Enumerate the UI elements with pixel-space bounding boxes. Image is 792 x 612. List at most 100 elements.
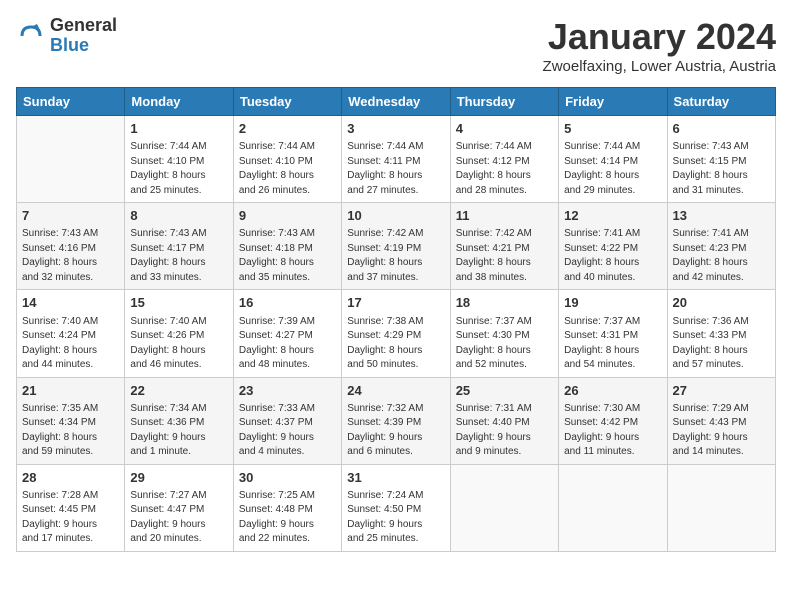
calendar-cell: 29 Sunrise: 7:27 AM Sunset: 4:47 PM Dayli… xyxy=(125,464,233,551)
calendar-cell: 2 Sunrise: 7:44 AM Sunset: 4:10 PM Daylig… xyxy=(233,116,341,203)
logo-icon xyxy=(16,21,46,51)
day-number: 25 xyxy=(456,382,553,400)
month-title: January 2024 xyxy=(543,16,776,58)
day-number: 7 xyxy=(22,207,119,225)
calendar-cell: 13 Sunrise: 7:41 AM Sunset: 4:23 PM Dayli… xyxy=(667,203,775,290)
day-number: 15 xyxy=(130,294,227,312)
calendar-week-row: 1 Sunrise: 7:44 AM Sunset: 4:10 PM Daylig… xyxy=(17,116,776,203)
calendar-week-row: 21 Sunrise: 7:35 AM Sunset: 4:34 PM Dayli… xyxy=(17,377,776,464)
day-number: 3 xyxy=(347,120,444,138)
calendar-cell: 27Sunrise: 7:29 AM Sunset: 4:43 PM Dayli… xyxy=(667,377,775,464)
day-info: Sunrise: 7:43 AM Sunset: 4:15 PM Dayligh… xyxy=(673,140,770,198)
calendar-cell: 16 Sunrise: 7:39 AM Sunset: 4:27 PM Dayli… xyxy=(233,290,341,377)
calendar-cell xyxy=(559,464,667,551)
day-info: Sunrise: 7:43 AM Sunset: 4:16 PM Dayligh… xyxy=(22,227,119,285)
logo-text: General Blue xyxy=(50,16,117,56)
day-info: Sunrise: 7:37 AM Sunset: 4:31 PM Dayligh… xyxy=(564,315,661,373)
day-number: 8 xyxy=(130,207,227,225)
calendar-week-row: 7 Sunrise: 7:43 AM Sunset: 4:16 PM Daylig… xyxy=(17,203,776,290)
day-number: 21 xyxy=(22,382,119,400)
day-info: Sunrise: 7:44 AM Sunset: 4:10 PM Dayligh… xyxy=(239,140,336,198)
calendar-cell: 9 Sunrise: 7:43 AM Sunset: 4:18 PM Daylig… xyxy=(233,203,341,290)
day-number: 12 xyxy=(564,207,661,225)
logo-blue: Blue xyxy=(50,35,89,55)
weekday-header-cell: Thursday xyxy=(450,88,558,116)
day-number: 20 xyxy=(673,294,770,312)
day-info: Sunrise: 7:44 AM Sunset: 4:12 PM Dayligh… xyxy=(456,140,553,198)
calendar-cell: 26 Sunrise: 7:30 AM Sunset: 4:42 PM Dayli… xyxy=(559,377,667,464)
day-info: Sunrise: 7:40 AM Sunset: 4:26 PM Dayligh… xyxy=(130,315,227,373)
calendar-cell: 28Sunrise: 7:28 AM Sunset: 4:45 PM Dayli… xyxy=(17,464,125,551)
day-info: Sunrise: 7:25 AM Sunset: 4:48 PM Dayligh… xyxy=(239,489,336,547)
calendar-cell xyxy=(17,116,125,203)
weekday-header-cell: Friday xyxy=(559,88,667,116)
day-number: 10 xyxy=(347,207,444,225)
calendar-cell: 10 Sunrise: 7:42 AM Sunset: 4:19 PM Dayli… xyxy=(342,203,450,290)
day-number: 6 xyxy=(673,120,770,138)
day-info: Sunrise: 7:43 AM Sunset: 4:18 PM Dayligh… xyxy=(239,227,336,285)
page-header: General Blue January 2024 Zwoelfaxing, L… xyxy=(16,16,776,75)
day-info: Sunrise: 7:38 AM Sunset: 4:29 PM Dayligh… xyxy=(347,315,444,373)
day-number: 11 xyxy=(456,207,553,225)
logo: General Blue xyxy=(16,16,117,56)
logo-general: General xyxy=(50,15,117,35)
day-info: Sunrise: 7:40 AM Sunset: 4:24 PM Dayligh… xyxy=(22,315,119,373)
calendar-cell: 8Sunrise: 7:43 AM Sunset: 4:17 PM Daylig… xyxy=(125,203,233,290)
day-number: 9 xyxy=(239,207,336,225)
calendar-cell: 1 Sunrise: 7:44 AM Sunset: 4:10 PM Daylig… xyxy=(125,116,233,203)
day-info: Sunrise: 7:42 AM Sunset: 4:21 PM Dayligh… xyxy=(456,227,553,285)
calendar-cell: 15 Sunrise: 7:40 AM Sunset: 4:26 PM Dayli… xyxy=(125,290,233,377)
calendar-cell: 3 Sunrise: 7:44 AM Sunset: 4:11 PM Daylig… xyxy=(342,116,450,203)
weekday-header-cell: Tuesday xyxy=(233,88,341,116)
day-info: Sunrise: 7:39 AM Sunset: 4:27 PM Dayligh… xyxy=(239,315,336,373)
calendar-cell xyxy=(450,464,558,551)
calendar-week-row: 14 Sunrise: 7:40 AM Sunset: 4:24 PM Dayli… xyxy=(17,290,776,377)
calendar-cell: 4 Sunrise: 7:44 AM Sunset: 4:12 PM Daylig… xyxy=(450,116,558,203)
day-number: 22 xyxy=(130,382,227,400)
day-info: Sunrise: 7:27 AM Sunset: 4:47 PM Dayligh… xyxy=(130,489,227,547)
calendar-cell: 7 Sunrise: 7:43 AM Sunset: 4:16 PM Daylig… xyxy=(17,203,125,290)
day-info: Sunrise: 7:44 AM Sunset: 4:14 PM Dayligh… xyxy=(564,140,661,198)
day-info: Sunrise: 7:44 AM Sunset: 4:10 PM Dayligh… xyxy=(130,140,227,198)
weekday-header-cell: Sunday xyxy=(17,88,125,116)
calendar-cell: 21 Sunrise: 7:35 AM Sunset: 4:34 PM Dayli… xyxy=(17,377,125,464)
calendar-cell: 23Sunrise: 7:33 AM Sunset: 4:37 PM Dayli… xyxy=(233,377,341,464)
day-info: Sunrise: 7:35 AM Sunset: 4:34 PM Dayligh… xyxy=(22,402,119,460)
day-number: 1 xyxy=(130,120,227,138)
day-info: Sunrise: 7:41 AM Sunset: 4:22 PM Dayligh… xyxy=(564,227,661,285)
day-number: 29 xyxy=(130,469,227,487)
day-number: 2 xyxy=(239,120,336,138)
day-info: Sunrise: 7:24 AM Sunset: 4:50 PM Dayligh… xyxy=(347,489,444,547)
calendar-cell: 5Sunrise: 7:44 AM Sunset: 4:14 PM Daylig… xyxy=(559,116,667,203)
calendar-cell xyxy=(667,464,775,551)
day-number: 23 xyxy=(239,382,336,400)
calendar-table: SundayMondayTuesdayWednesdayThursdayFrid… xyxy=(16,87,776,552)
calendar-week-row: 28Sunrise: 7:28 AM Sunset: 4:45 PM Dayli… xyxy=(17,464,776,551)
calendar-cell: 18Sunrise: 7:37 AM Sunset: 4:30 PM Dayli… xyxy=(450,290,558,377)
location: Zwoelfaxing, Lower Austria, Austria xyxy=(543,58,776,75)
day-number: 14 xyxy=(22,294,119,312)
title-block: January 2024 Zwoelfaxing, Lower Austria,… xyxy=(543,16,776,75)
day-number: 19 xyxy=(564,294,661,312)
calendar-cell: 6 Sunrise: 7:43 AM Sunset: 4:15 PM Daylig… xyxy=(667,116,775,203)
day-number: 26 xyxy=(564,382,661,400)
weekday-header-cell: Monday xyxy=(125,88,233,116)
day-info: Sunrise: 7:36 AM Sunset: 4:33 PM Dayligh… xyxy=(673,315,770,373)
day-number: 24 xyxy=(347,382,444,400)
calendar-cell: 14 Sunrise: 7:40 AM Sunset: 4:24 PM Dayli… xyxy=(17,290,125,377)
day-info: Sunrise: 7:29 AM Sunset: 4:43 PM Dayligh… xyxy=(673,402,770,460)
calendar-cell: 25 Sunrise: 7:31 AM Sunset: 4:40 PM Dayli… xyxy=(450,377,558,464)
day-number: 13 xyxy=(673,207,770,225)
weekday-header-cell: Saturday xyxy=(667,88,775,116)
day-number: 16 xyxy=(239,294,336,312)
day-info: Sunrise: 7:28 AM Sunset: 4:45 PM Dayligh… xyxy=(22,489,119,547)
day-info: Sunrise: 7:30 AM Sunset: 4:42 PM Dayligh… xyxy=(564,402,661,460)
day-number: 4 xyxy=(456,120,553,138)
day-info: Sunrise: 7:41 AM Sunset: 4:23 PM Dayligh… xyxy=(673,227,770,285)
day-info: Sunrise: 7:44 AM Sunset: 4:11 PM Dayligh… xyxy=(347,140,444,198)
day-info: Sunrise: 7:42 AM Sunset: 4:19 PM Dayligh… xyxy=(347,227,444,285)
calendar-cell: 17Sunrise: 7:38 AM Sunset: 4:29 PM Dayli… xyxy=(342,290,450,377)
day-info: Sunrise: 7:31 AM Sunset: 4:40 PM Dayligh… xyxy=(456,402,553,460)
calendar-cell: 12 Sunrise: 7:41 AM Sunset: 4:22 PM Dayli… xyxy=(559,203,667,290)
weekday-header: SundayMondayTuesdayWednesdayThursdayFrid… xyxy=(17,88,776,116)
